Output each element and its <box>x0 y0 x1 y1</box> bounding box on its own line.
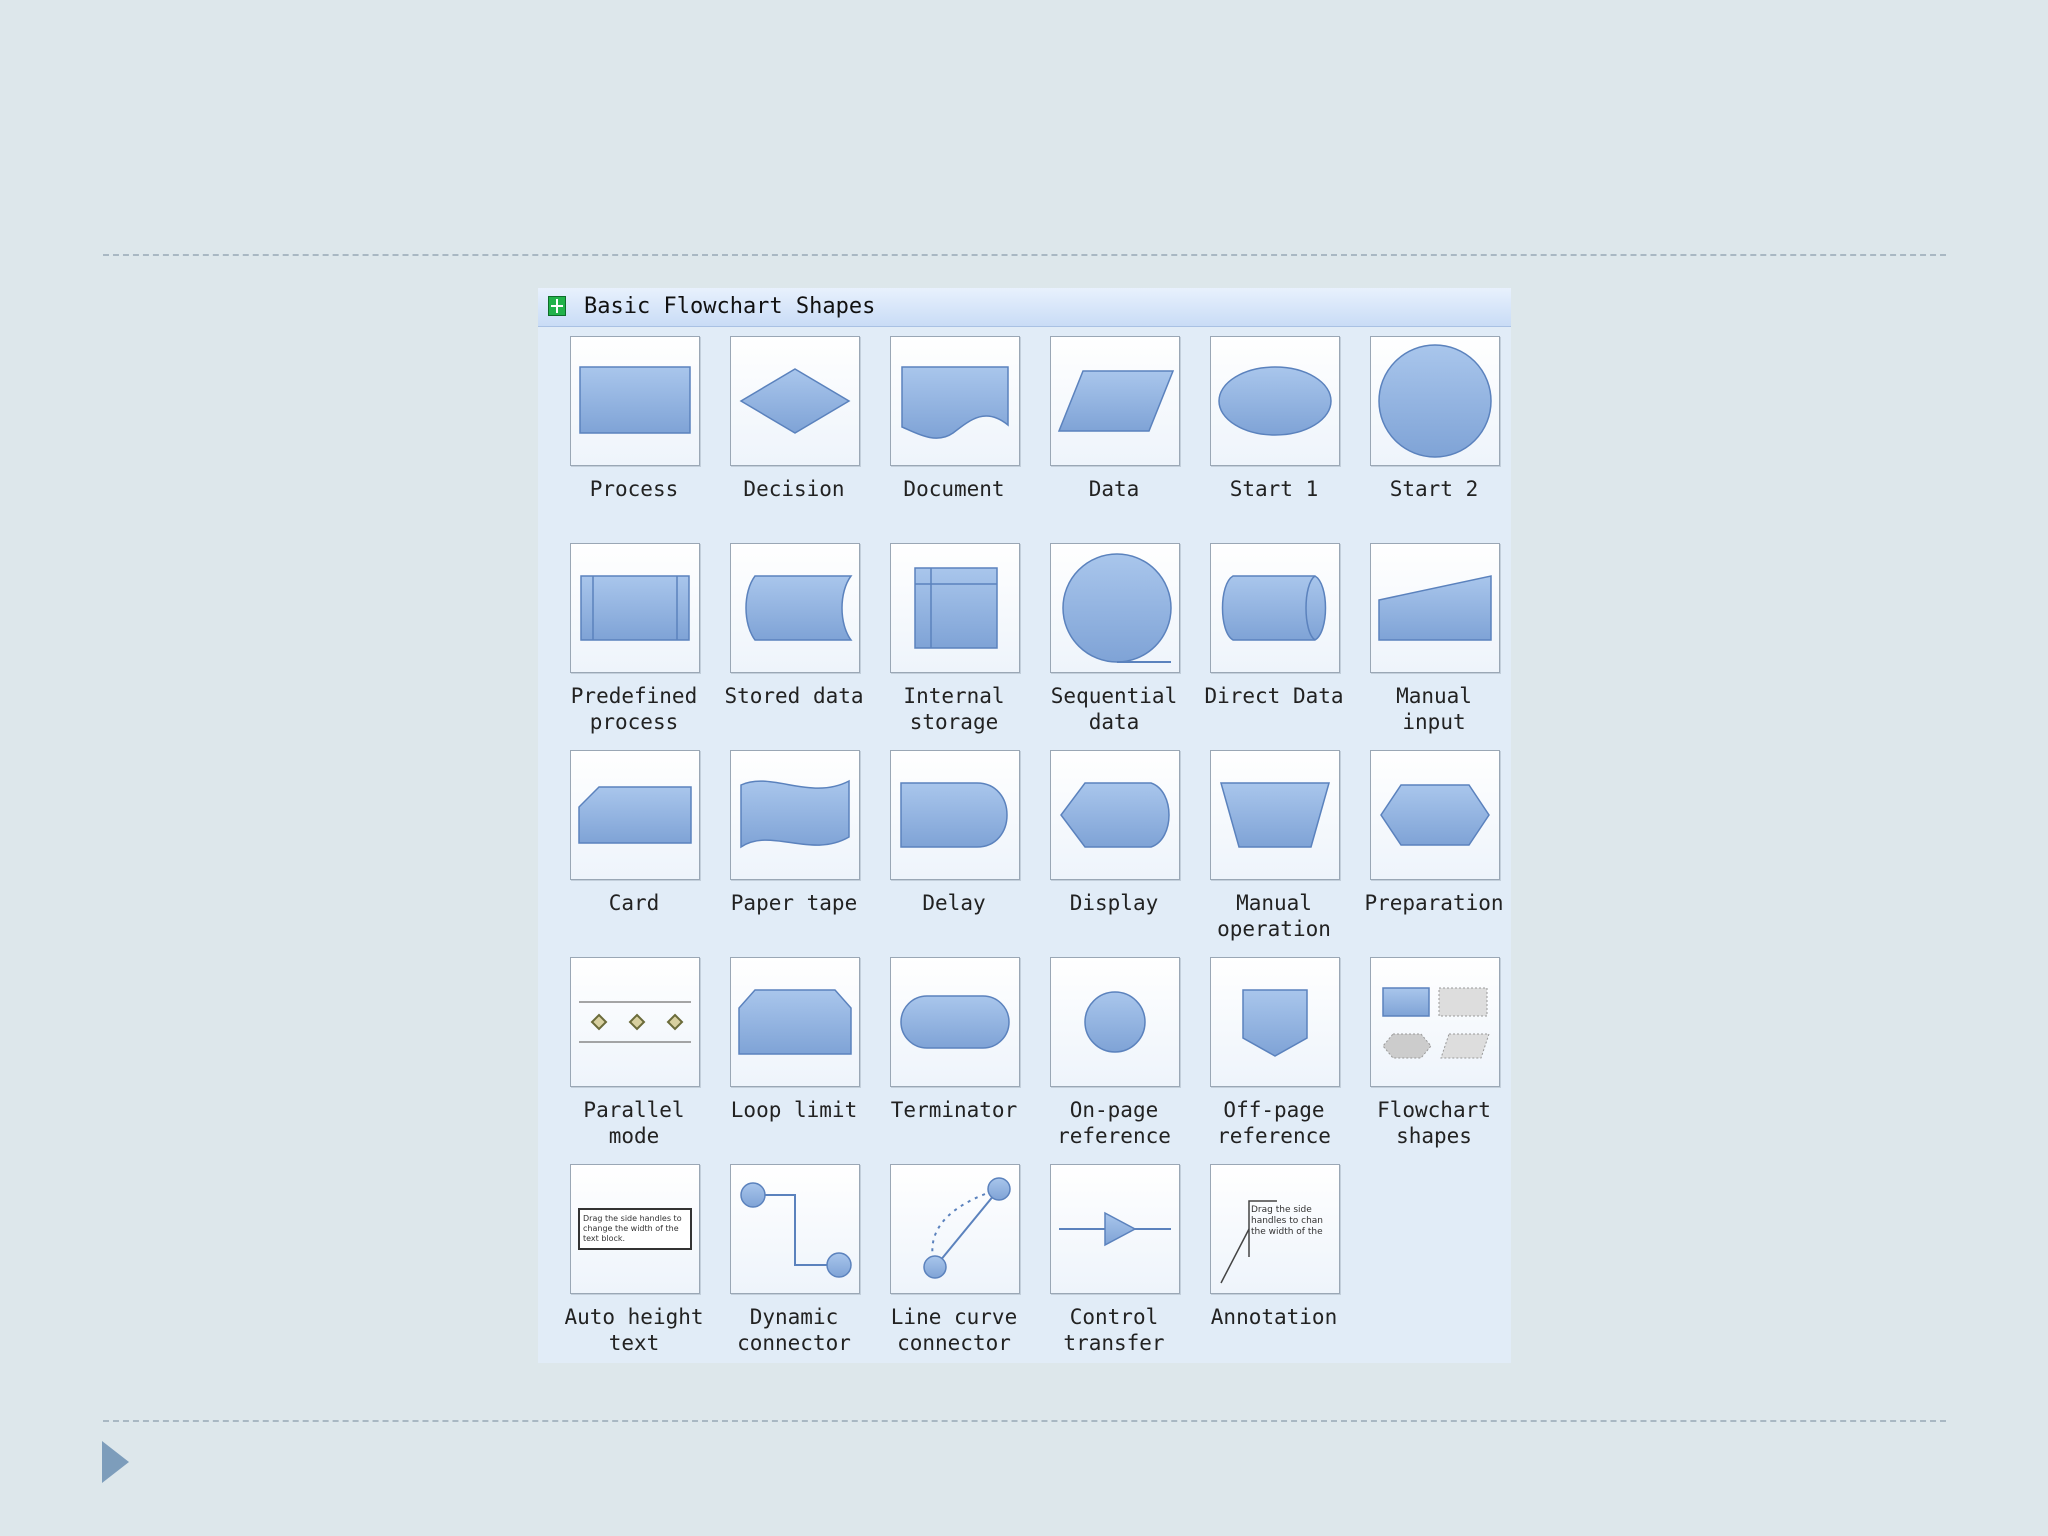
shape-label: Auto height text <box>564 1305 704 1355</box>
svg-text:text block.: text block. <box>583 1234 625 1243</box>
shape-label: Delay <box>922 891 986 915</box>
start-1-icon[interactable] <box>1210 336 1340 466</box>
internal-storage-icon[interactable] <box>890 543 1020 673</box>
shape-label: Document <box>903 477 1005 501</box>
shape-label: Decision <box>743 477 845 501</box>
decision-icon[interactable] <box>730 336 860 466</box>
bottom-divider <box>103 1420 1946 1422</box>
shape-label: Line curve connector <box>890 1305 1018 1355</box>
shape-label: Stored data <box>724 684 864 708</box>
delay-icon[interactable] <box>890 750 1020 880</box>
auto-height-text-icon[interactable]: Drag the side handles to change the width… <box>570 1164 700 1294</box>
shape-label: On-page reference <box>1057 1098 1171 1148</box>
svg-text:the width of the: the width of the <box>1251 1227 1323 1237</box>
display-icon[interactable] <box>1050 750 1180 880</box>
start-2-icon[interactable] <box>1370 336 1500 466</box>
loop-limit-icon[interactable] <box>730 957 860 1087</box>
direct-data-icon[interactable] <box>1210 543 1340 673</box>
shape-label: Card <box>608 891 660 915</box>
stored-data-icon[interactable] <box>730 543 860 673</box>
shape-label: Paper tape <box>730 891 858 915</box>
flowchart-shapes-icon[interactable] <box>1370 957 1500 1087</box>
process-icon[interactable] <box>570 336 700 466</box>
predefined-process-icon[interactable] <box>570 543 700 673</box>
shape-label: Off-page reference <box>1217 1098 1331 1148</box>
shape-label: Sequential data <box>1050 684 1178 734</box>
on-page-reference-icon[interactable] <box>1050 957 1180 1087</box>
shape-label: Parallel mode <box>583 1098 685 1148</box>
shape-label: Start 2 <box>1389 477 1479 501</box>
svg-text:handles to chan: handles to chan <box>1251 1216 1323 1226</box>
off-page-reference-icon[interactable] <box>1210 957 1340 1087</box>
shape-label: Manual input <box>1396 684 1472 734</box>
line-curve-connector-icon[interactable] <box>890 1164 1020 1294</box>
shape-label: Manual operation <box>1217 891 1331 941</box>
svg-text:Drag the side handles to: Drag the side handles to <box>583 1214 682 1223</box>
shape-label: Internal storage <box>903 684 1005 734</box>
svg-text:change the width of the: change the width of the <box>583 1224 679 1233</box>
shape-label: Flowchart shapes <box>1377 1098 1491 1148</box>
annotation-icon[interactable]: Drag the side handles to chan the width of… <box>1210 1164 1340 1294</box>
shape-label: Process <box>589 477 679 501</box>
data-icon[interactable] <box>1050 336 1180 466</box>
preparation-icon[interactable] <box>1370 750 1500 880</box>
terminator-icon[interactable] <box>890 957 1020 1087</box>
shape-label: Data <box>1088 477 1140 501</box>
control-transfer-icon[interactable] <box>1050 1164 1180 1294</box>
shape-label: Predefined process <box>570 684 698 734</box>
parallel-mode-icon[interactable] <box>570 957 700 1087</box>
dynamic-connector-icon[interactable] <box>730 1164 860 1294</box>
sequential-data-icon[interactable] <box>1050 543 1180 673</box>
manual-operation-icon[interactable] <box>1210 750 1340 880</box>
shape-library-panel: Basic Flowchart Shapes Process Decision Do… <box>538 288 1511 1363</box>
shape-label: Control transfer <box>1063 1305 1165 1355</box>
shape-library-icon <box>548 296 566 316</box>
document-icon[interactable] <box>890 336 1020 466</box>
bullet-arrow-icon <box>102 1441 129 1483</box>
card-icon[interactable] <box>570 750 700 880</box>
top-divider <box>103 254 1946 256</box>
shape-label: Annotation <box>1210 1305 1338 1329</box>
shape-label: Display <box>1069 891 1159 915</box>
panel-title: Basic Flowchart Shapes <box>584 294 876 319</box>
shape-label: Terminator <box>890 1098 1018 1122</box>
shape-label: Preparation <box>1364 891 1504 915</box>
shape-label: Loop limit <box>730 1098 858 1122</box>
shape-label: Start 1 <box>1229 477 1319 501</box>
panel-header[interactable]: Basic Flowchart Shapes <box>538 288 1511 327</box>
paper-tape-icon[interactable] <box>730 750 860 880</box>
manual-input-icon[interactable] <box>1370 543 1500 673</box>
shape-label: Dynamic connector <box>737 1305 851 1355</box>
shape-label: Direct Data <box>1204 684 1344 708</box>
svg-text:Drag the side: Drag the side <box>1251 1205 1312 1215</box>
